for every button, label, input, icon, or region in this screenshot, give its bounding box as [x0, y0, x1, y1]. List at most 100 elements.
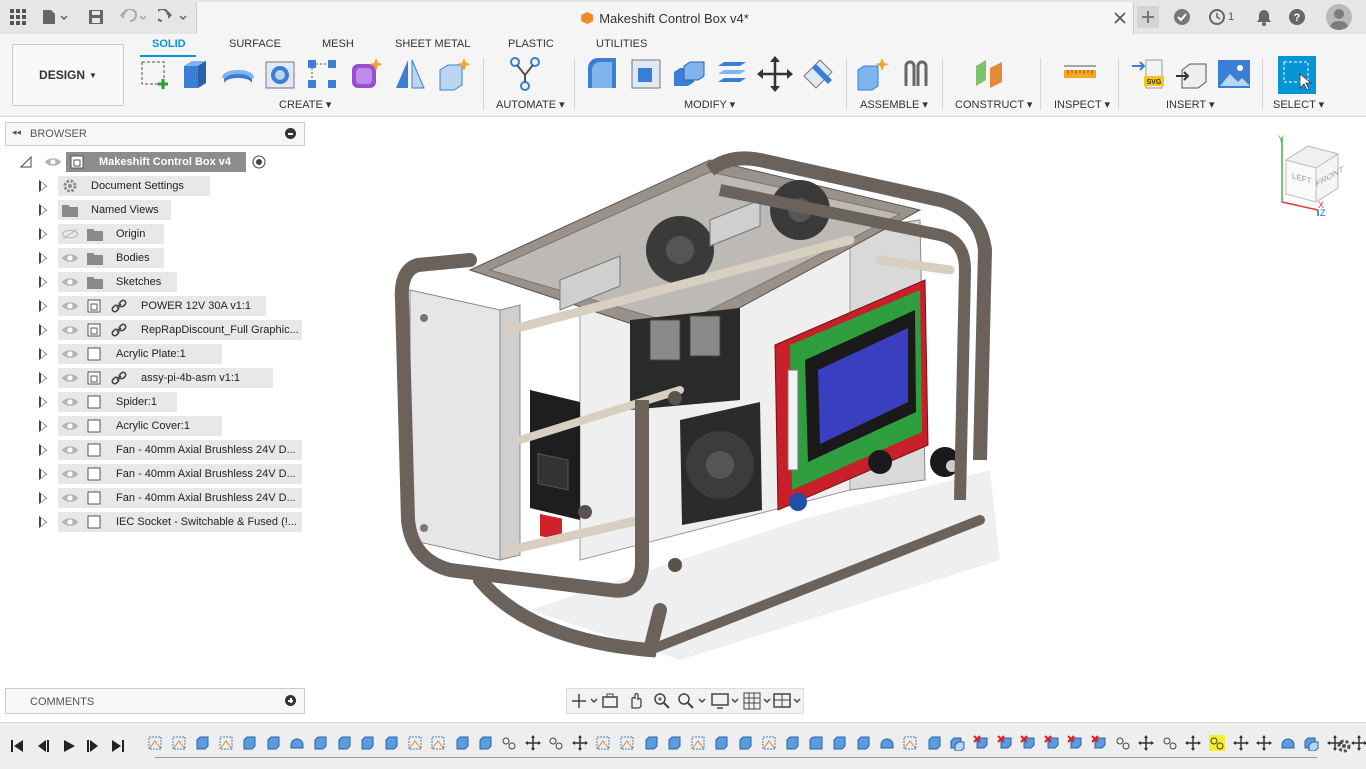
mirror-icon[interactable] — [392, 56, 428, 92]
timeline-feature-icon[interactable] — [548, 735, 564, 751]
timeline-feature-icon[interactable] — [784, 735, 800, 751]
timeline-feature-icon[interactable] — [1185, 735, 1202, 751]
timeline-feature-icon[interactable] — [1280, 735, 1296, 751]
timeline-feature-icon[interactable] — [407, 735, 423, 751]
select-group-label[interactable]: SELECT ▾ — [1273, 98, 1324, 111]
revolve-icon[interactable] — [220, 56, 256, 92]
timeline-feature-icon[interactable] — [855, 735, 871, 751]
browser-item[interactable]: Bodies — [0, 248, 310, 268]
browser-item[interactable]: RepRapDiscount_Full Graphic... — [0, 320, 310, 340]
step-back-icon[interactable] — [36, 739, 50, 753]
visibility-eye-icon[interactable] — [61, 348, 79, 360]
timeline-feature-icon[interactable] — [218, 735, 234, 751]
app-grid-icon[interactable] — [8, 7, 28, 27]
browser-item[interactable]: Spider:1 — [0, 392, 310, 412]
visibility-eye-icon[interactable] — [61, 420, 79, 432]
help-icon[interactable]: ? — [1287, 7, 1307, 27]
minimize-panel-icon[interactable] — [285, 128, 296, 139]
document-tab[interactable]: Makeshift Control Box v4* — [196, 2, 1134, 34]
data-panel-icon[interactable] — [1172, 7, 1192, 27]
browser-item[interactable]: assy-pi-4b-asm v1:1 — [0, 368, 310, 388]
timeline-feature-icon[interactable] — [336, 735, 352, 751]
modify-group-label[interactable]: MODIFY ▾ — [684, 98, 735, 111]
timeline-feature-icon[interactable] — [1162, 735, 1178, 751]
timeline-feature-icon[interactable] — [1091, 735, 1107, 751]
press-pull-icon[interactable] — [584, 56, 620, 92]
new-component-icon[interactable] — [854, 56, 890, 92]
timeline-feature-icon[interactable] — [265, 735, 281, 751]
timeline-feature-icon[interactable] — [831, 735, 847, 751]
workspace-design-button[interactable]: DESIGN ▼ — [12, 44, 124, 106]
visibility-eye-icon[interactable] — [44, 156, 62, 168]
tab-solid[interactable]: SOLID — [152, 38, 186, 50]
browser-item[interactable]: Fan - 40mm Axial Brushless 24V D... — [0, 440, 310, 460]
select-icon[interactable] — [1278, 56, 1316, 94]
timeline-feature-icon[interactable] — [1303, 735, 1319, 751]
tab-plastic[interactable]: PLASTIC — [508, 38, 554, 50]
timeline-feature-icon[interactable] — [666, 735, 682, 751]
viewports-icon[interactable] — [773, 692, 803, 710]
fit-zoom-icon[interactable] — [677, 692, 707, 710]
timeline-feature-icon[interactable] — [454, 735, 470, 751]
visibility-eye-icon[interactable] — [61, 516, 79, 528]
browser-item[interactable]: Fan - 40mm Axial Brushless 24V D... — [0, 464, 310, 484]
zoom-icon[interactable] — [653, 692, 671, 710]
play-icon[interactable] — [62, 739, 76, 753]
tab-surface[interactable]: SURFACE — [229, 38, 281, 50]
visibility-eye-icon[interactable] — [61, 300, 79, 312]
move-icon[interactable] — [757, 56, 793, 92]
timeline-feature-icon[interactable] — [147, 735, 163, 751]
create-group-label[interactable]: CREATE ▾ — [279, 98, 331, 111]
inspect-group-label[interactable]: INSPECT ▾ — [1054, 98, 1110, 111]
extrude-icon[interactable] — [178, 56, 214, 92]
timeline-feature-icon[interactable] — [595, 735, 611, 751]
timeline-feature-icon[interactable] — [1020, 735, 1036, 751]
pattern-icon[interactable] — [304, 56, 340, 92]
visibility-eye-icon[interactable] — [61, 252, 79, 264]
browser-item[interactable]: Acrylic Cover:1 — [0, 416, 310, 436]
timeline-feature-icon[interactable] — [430, 735, 446, 751]
timeline-feature-icon[interactable] — [926, 735, 942, 751]
insert-mesh-icon[interactable] — [1174, 56, 1210, 92]
timeline-feature-icon[interactable] — [713, 735, 729, 751]
redo-icon[interactable] — [158, 7, 190, 27]
visibility-eye-icon[interactable] — [61, 468, 79, 480]
go-to-end-icon[interactable] — [111, 739, 125, 753]
pan-hand-icon[interactable] — [627, 692, 645, 710]
fillet-icon[interactable] — [628, 56, 664, 92]
step-forward-icon[interactable] — [86, 739, 100, 753]
timeline-feature-icon[interactable] — [808, 735, 824, 751]
timeline-feature-icon[interactable] — [949, 735, 965, 751]
grid-settings-icon[interactable] — [743, 692, 773, 710]
timeline-feature-icon[interactable] — [1044, 735, 1060, 751]
collapse-panel-icon[interactable]: ◂◂ — [12, 127, 21, 138]
measure-icon[interactable] — [1062, 56, 1098, 92]
offset-plane-icon[interactable] — [972, 56, 1008, 92]
notifications-icon[interactable] — [1254, 7, 1274, 27]
browser-item[interactable]: Named Views — [0, 200, 310, 220]
visibility-eye-icon[interactable] — [61, 444, 79, 456]
visibility-eye-icon[interactable] — [61, 372, 79, 384]
browser-item[interactable]: IEC Socket - Switchable & Fused (!... — [0, 512, 310, 532]
browser-panel-header[interactable]: ◂◂ BROWSER — [5, 122, 305, 146]
browser-item[interactable]: Origin — [0, 224, 310, 244]
timeline-feature-icon[interactable] — [619, 735, 635, 751]
construct-group-label[interactable]: CONSTRUCT ▾ — [955, 98, 1032, 111]
timeline-feature-icon[interactable] — [973, 735, 989, 751]
browser-item[interactable]: Document Settings — [0, 176, 310, 196]
visibility-eye-icon[interactable] — [61, 396, 79, 408]
job-status-icon[interactable]: 1 — [1206, 7, 1236, 27]
viewcube[interactable]: LEFT FRONT Y X Z — [1272, 130, 1352, 220]
timeline-feature-icon[interactable] — [359, 735, 375, 751]
timeline-feature-icon[interactable] — [1256, 735, 1273, 751]
timeline-feature-icon[interactable] — [879, 735, 895, 751]
timeline-feature-icon[interactable] — [1232, 735, 1249, 751]
shell-icon[interactable] — [714, 56, 750, 92]
timeline-feature-icon[interactable] — [690, 735, 706, 751]
automate-group-label[interactable]: AUTOMATE ▾ — [496, 98, 565, 111]
joint-icon[interactable] — [898, 56, 934, 92]
timeline-feature-icon[interactable] — [477, 735, 493, 751]
create-sketch-icon[interactable] — [136, 56, 172, 92]
avatar[interactable] — [1326, 4, 1352, 30]
timeline-feature-icon[interactable] — [761, 735, 777, 751]
